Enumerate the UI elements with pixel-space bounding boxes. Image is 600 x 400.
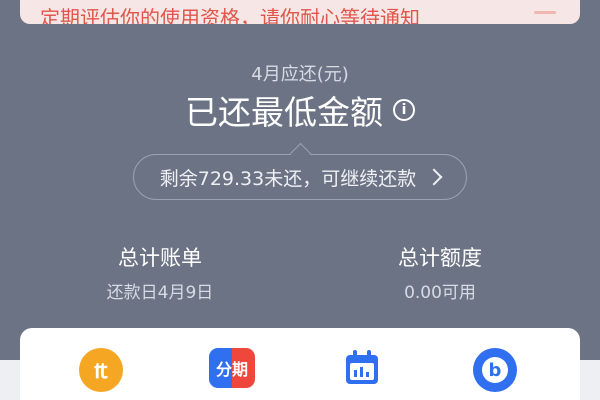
coin-action[interactable]: ₶ [79, 348, 123, 392]
total-bill-summary[interactable]: 总计账单 还款日4月9日 [80, 242, 240, 303]
bill-period-label: 4月应还(元) [251, 64, 349, 85]
page-bottom-right [580, 360, 600, 400]
total-credit-summary[interactable]: 总计额度 0.00可用 [360, 242, 520, 303]
calendar-icon [346, 350, 378, 384]
available-credit: 0.00可用 [404, 283, 476, 303]
b-logo-action[interactable]: b [473, 348, 517, 392]
repayment-day: 还款日4月9日 [106, 283, 214, 303]
info-icon[interactable]: i [393, 99, 415, 121]
b-logo-inner: b [482, 357, 508, 383]
repayment-status: 已还最低金额 i [0, 86, 600, 134]
banner-dismiss-icon[interactable] [534, 11, 556, 14]
total-credit-label: 总计额度 [398, 246, 482, 270]
repayment-status-text: 已还最低金额 [185, 93, 383, 132]
page-bottom-left [0, 360, 20, 400]
notice-banner-text: 定期评估你的使用资格，请你耐心等待通知 [40, 6, 420, 24]
installment-glyph: 分期 [215, 360, 248, 379]
b-logo-glyph: b [488, 359, 502, 381]
chevron-right-icon [425, 168, 443, 186]
total-bill-label: 总计账单 [118, 246, 202, 270]
coin-icon: ₶ [79, 348, 123, 392]
b-logo-icon: b [473, 348, 517, 392]
coin-glyph: ₶ [94, 359, 108, 384]
calendar-action[interactable] [342, 348, 386, 392]
remaining-balance-text: 剩余729.33未还，可继续还款 [159, 167, 417, 190]
installment-action[interactable]: 分期 [209, 348, 255, 392]
installment-icon: 分期 [209, 348, 255, 388]
notice-banner: 定期评估你的使用资格，请你耐心等待通知 [20, 0, 580, 24]
